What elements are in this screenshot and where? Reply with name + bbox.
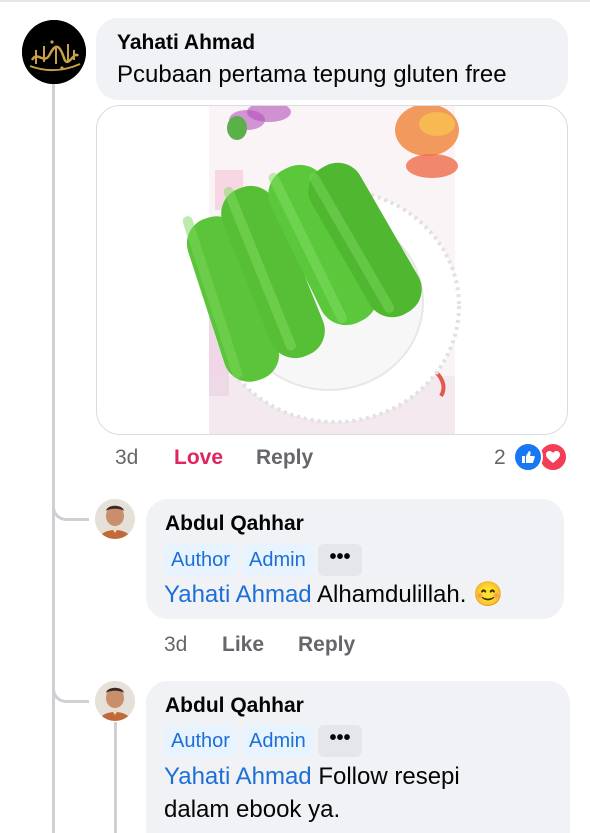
author-badge: Author (164, 544, 237, 576)
reply-button[interactable]: Reply (298, 633, 355, 657)
food-photo (182, 106, 461, 434)
reaction-count[interactable]: 2 (494, 446, 506, 470)
photo-attachment[interactable] (96, 105, 568, 435)
more-options-button[interactable]: ••• (318, 544, 362, 576)
calligraphy-icon (22, 20, 86, 84)
reply-text-line2: dalam ebook ya. (164, 796, 341, 823)
mention-link[interactable]: Yahati Ahmad (164, 581, 312, 608)
comment-time[interactable]: 3d (115, 446, 138, 470)
reply-button[interactable]: Reply (256, 446, 313, 470)
love-button[interactable]: Love (174, 446, 223, 470)
like-button[interactable]: Like (222, 633, 264, 657)
top-divider (0, 0, 590, 2)
admin-badge: Admin (242, 544, 313, 576)
mention-link[interactable]: Yahati Ahmad (164, 763, 312, 790)
smiling-emoji: 😊 (473, 581, 503, 608)
thread-connector-1 (52, 492, 89, 521)
avatar[interactable] (95, 499, 135, 539)
comment-text: Pcubaan pertama tepung gluten free (117, 61, 507, 88)
author-badge: Author (164, 725, 237, 757)
profile-photo-icon (95, 681, 135, 721)
thread-connector-2 (52, 674, 89, 703)
admin-badge: Admin (242, 725, 313, 757)
reply-message: Alhamdulillah. (317, 581, 467, 608)
profile-photo-icon (95, 499, 135, 539)
reply-time[interactable]: 3d (164, 633, 187, 657)
avatar[interactable] (95, 681, 135, 721)
reply-text: Yahati Ahmad Follow resepi (164, 760, 460, 794)
reply-author[interactable]: Abdul Qahhar (165, 512, 304, 536)
reply-author[interactable]: Abdul Qahhar (165, 694, 304, 718)
thread-line-reply (114, 722, 117, 833)
more-options-button[interactable]: ••• (318, 725, 362, 757)
like-thumb-icon[interactable] (513, 442, 543, 472)
reply-text: Yahati Ahmad Alhamdulillah. 😊 (164, 578, 503, 612)
comment-author[interactable]: Yahati Ahmad (117, 31, 255, 55)
reply-message-line1: Follow resepi (318, 763, 460, 790)
avatar[interactable] (22, 20, 86, 84)
thread-line-main (52, 84, 55, 833)
